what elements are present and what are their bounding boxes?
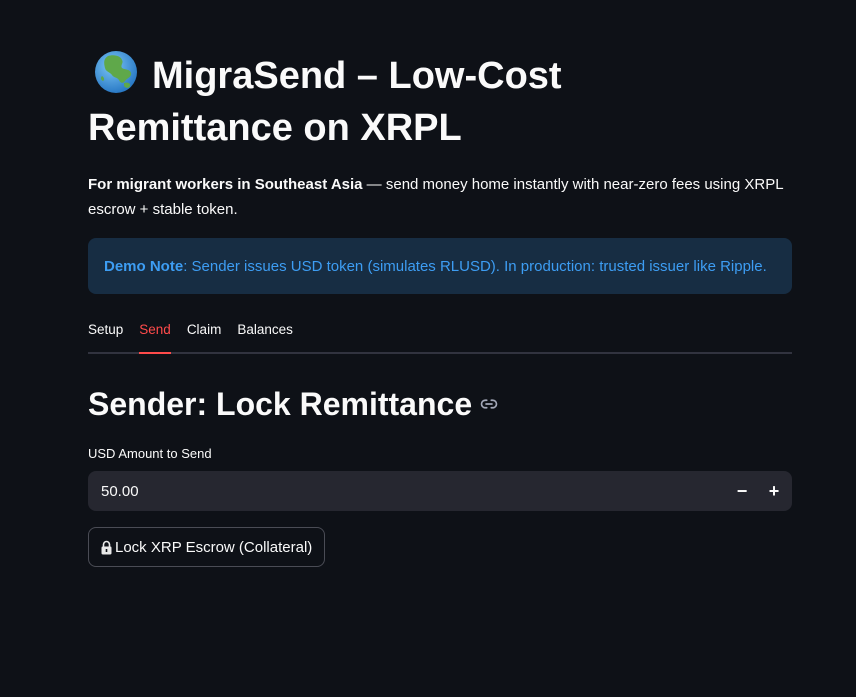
tab-balances[interactable]: Balances	[237, 318, 293, 348]
amount-number-input: − +	[88, 470, 792, 512]
globe-asia-icon	[95, 51, 137, 93]
amount-input[interactable]	[88, 470, 726, 512]
section-heading: Sender: Lock Remittance	[88, 382, 498, 426]
page-title-text: MigraSend – Low-Cost Remittance on XRPL	[88, 55, 562, 149]
intro-paragraph: For migrant workers in Southeast Asia — …	[88, 172, 792, 222]
increment-button[interactable]: +	[758, 471, 790, 511]
tab-claim[interactable]: Claim	[187, 318, 222, 348]
page-title: MigraSend – Low-Cost Remittance on XRPL	[88, 50, 648, 154]
lock-escrow-button[interactable]: Lock XRP Escrow (Collateral)	[88, 527, 326, 567]
amount-label: USD Amount to Send	[88, 446, 212, 461]
intro-bold-text: For migrant workers in Southeast Asia	[88, 176, 363, 193]
info-text: : Sender issues USD token (simulates RLU…	[183, 257, 767, 275]
lock-icon	[101, 540, 112, 554]
lock-escrow-button-label: Lock XRP Escrow (Collateral)	[115, 538, 313, 556]
decrement-button[interactable]: −	[726, 471, 758, 511]
tab-bar: Setup Send Claim Balances	[88, 318, 792, 354]
tab-send[interactable]: Send	[139, 318, 171, 354]
info-alert: Demo Note: Sender issues USD token (simu…	[88, 238, 792, 294]
link-icon[interactable]	[480, 395, 498, 413]
info-label: Demo Note	[104, 257, 184, 275]
section-heading-text: Sender: Lock Remittance	[88, 386, 473, 422]
tab-setup[interactable]: Setup	[88, 318, 123, 348]
